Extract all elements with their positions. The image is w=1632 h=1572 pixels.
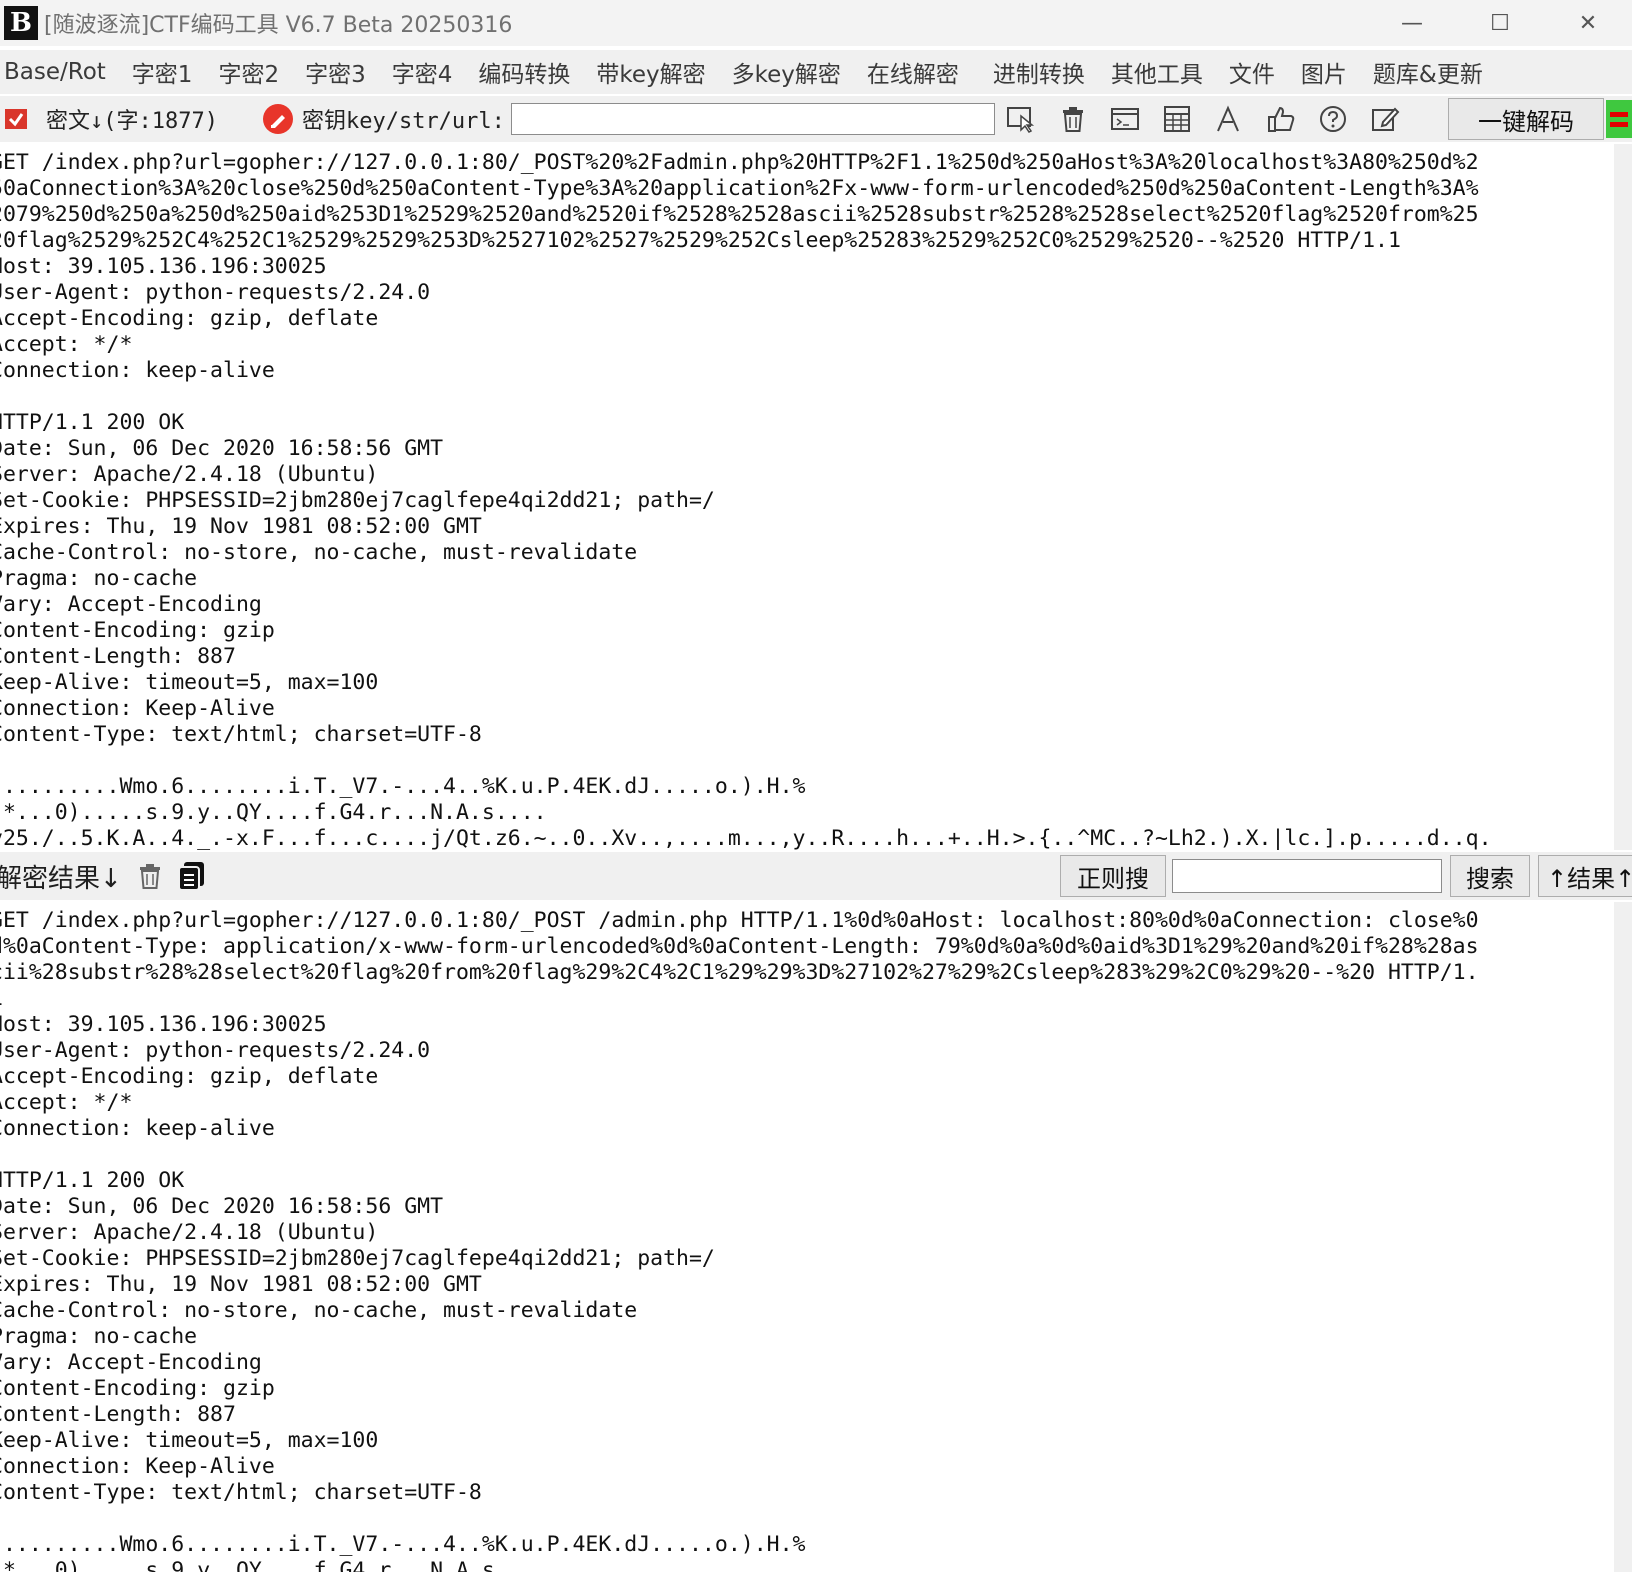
search-input[interactable] [1172, 859, 1442, 893]
title-bar: B [随波逐流]CTF编码工具 V6.7 Beta 20250316 — ☐ ✕ [0, 0, 1632, 46]
menu-question-bank-update[interactable]: 题库&更新 [1373, 55, 1483, 89]
ciphertext-label: 密文↓(字:1877) [46, 109, 218, 134]
copy-icon[interactable] [176, 860, 208, 892]
result-content: GET /index.php?url=gopher://127.0.0.1:80… [0, 908, 1479, 1572]
help-icon[interactable] [1317, 103, 1349, 135]
menu-online-decrypt[interactable]: 在线解密 [867, 55, 959, 89]
menu-base-rot[interactable]: Base/Rot [4, 59, 106, 85]
import-file-icon[interactable] [0, 103, 32, 135]
maximize-button[interactable]: ☐ [1456, 0, 1544, 46]
search-button[interactable]: 搜索 [1450, 855, 1530, 897]
tool-icons [1005, 103, 1421, 135]
minimize-button[interactable]: — [1368, 0, 1456, 46]
trash-icon[interactable] [134, 860, 166, 892]
edit-icon[interactable] [1369, 103, 1401, 135]
menu-zimi-4[interactable]: 字密4 [392, 55, 453, 89]
trash-icon[interactable] [1057, 103, 1089, 135]
key-input[interactable] [510, 103, 995, 135]
menu-file[interactable]: 文件 [1229, 55, 1275, 89]
app-logo-icon: B [4, 6, 38, 40]
menu-toggle-icon[interactable] [1606, 100, 1632, 138]
terminal-icon[interactable] [1109, 103, 1141, 135]
window-controls: — ☐ ✕ [1368, 0, 1632, 46]
toolbar: 密文↓(字:1877) 密钥key/str/url: 一键解码 [0, 96, 1632, 142]
menu-other-tools[interactable]: 其他工具 [1111, 55, 1203, 89]
key-label: 密钥key/str/url: [301, 109, 505, 134]
result-bar: 解密结果↓ 正则搜 搜索 ↑结果↑ [0, 852, 1632, 900]
menu-encoding-convert[interactable]: 编码转换 [478, 55, 570, 89]
close-button[interactable]: ✕ [1544, 0, 1632, 46]
one-click-decode-button[interactable]: 一键解码 [1448, 98, 1604, 140]
result-label: 解密结果↓ [0, 863, 122, 894]
cursor-select-icon[interactable] [1005, 103, 1037, 135]
ciphertext-textarea[interactable]: GET /index.php?url=gopher://127.0.0.1:80… [0, 144, 1632, 850]
result-up-button[interactable]: ↑结果↑ [1538, 855, 1632, 897]
calculator-icon[interactable] [1161, 103, 1193, 135]
menu-bar: Base/Rot 字密1 字密2 字密3 字密4 编码转换 带key解密 多ke… [0, 50, 1632, 94]
menu-zimi-2[interactable]: 字密2 [218, 55, 279, 89]
key-icon[interactable] [262, 103, 294, 135]
menu-multi-key-decrypt[interactable]: 多key解密 [732, 55, 841, 89]
thumbs-up-icon[interactable] [1265, 103, 1297, 135]
menu-image[interactable]: 图片 [1301, 55, 1347, 89]
menu-base-convert[interactable]: 进制转换 [993, 55, 1085, 89]
window-title: [随波逐流]CTF编码工具 V6.7 Beta 20250316 [44, 13, 513, 38]
result-textarea[interactable]: GET /index.php?url=gopher://127.0.0.1:80… [0, 902, 1632, 1572]
menu-key-decrypt[interactable]: 带key解密 [596, 55, 705, 89]
font-icon[interactable] [1213, 103, 1245, 135]
ciphertext-content: GET /index.php?url=gopher://127.0.0.1:80… [0, 150, 1492, 850]
menu-zimi-3[interactable]: 字密3 [305, 55, 366, 89]
regex-search-button[interactable]: 正则搜 [1060, 855, 1166, 897]
menu-zimi-1[interactable]: 字密1 [132, 55, 193, 89]
